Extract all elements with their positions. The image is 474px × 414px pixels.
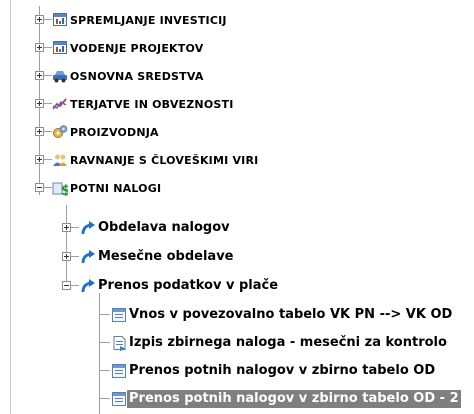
tree-node-label: SPREMLJANJE INVESTICIJ: [70, 14, 227, 27]
tree-node-prenos-potnih-nalogov[interactable]: Prenos potnih nalogov v zbirno tabelo OD: [0, 359, 474, 383]
report-doc-icon: [113, 336, 127, 351]
tree-node-potni-nalogi[interactable]: POTNI NALOGI: [0, 176, 474, 200]
tree-node-vodenje-projektov[interactable]: VODENJE PROJEKTOV: [0, 36, 474, 60]
navigation-tree: SPREMLJANJE INVESTICIJ VODENJE PROJEKTOV…: [0, 0, 474, 414]
form-window-icon: [112, 364, 126, 378]
people-icon: [53, 154, 67, 166]
expand-toggle[interactable]: [35, 43, 44, 52]
collapse-toggle[interactable]: [62, 281, 71, 290]
tree-node-label: Izpis zbirnega naloga - mesečni za kontr…: [129, 335, 447, 350]
tree-node-vnos-v-povezovalno-tabelo[interactable]: Vnos v povezovalno tabelo VK PN --> VK O…: [0, 303, 474, 327]
expand-toggle[interactable]: [35, 155, 44, 164]
expand-toggle[interactable]: [62, 223, 71, 232]
tree-connector: [100, 398, 110, 399]
tree-node-prenos-potnih-nalogov-2[interactable]: Prenos potnih nalogov v zbirno tabelo OD…: [0, 387, 474, 411]
tree-node-label-selected: Prenos potnih nalogov v zbirno tabelo OD…: [127, 390, 461, 408]
tree-node-label: Obdelava nalogov: [98, 220, 230, 235]
tree-node-label: POTNI NALOGI: [70, 182, 162, 195]
form-window-icon: [112, 392, 126, 406]
tree-node-izpis-zbirnega-naloga[interactable]: Izpis zbirnega naloga - mesečni za kontr…: [0, 331, 474, 355]
tree-node-mesecne-obdelave[interactable]: Mesečne obdelave: [0, 245, 474, 269]
tree-connector: [100, 314, 110, 315]
tree-node-spremljanje-investicij[interactable]: SPREMLJANJE INVESTICIJ: [0, 8, 474, 32]
tree-node-label: Prenos potnih nalogov v zbirno tabelo OD: [129, 363, 436, 378]
tree-node-terjatve-in-obveznosti[interactable]: TERJATVE IN OBVEZNOSTI: [0, 92, 474, 116]
expand-toggle[interactable]: [35, 15, 44, 24]
trend-line-icon: [52, 98, 67, 110]
expand-toggle[interactable]: [35, 71, 44, 80]
tree-node-label: OSNOVNA SREDSTVA: [70, 70, 204, 83]
expand-toggle[interactable]: [62, 252, 71, 261]
blue-arrow-icon: [81, 249, 96, 265]
tree-node-label: Prenos podatkov v plače: [98, 278, 279, 293]
travel-money-icon: [52, 182, 68, 196]
tree-node-obdelava-nalogov[interactable]: Obdelava nalogov: [0, 216, 474, 240]
form-window-icon: [112, 308, 126, 322]
tree-node-label: Vnos v povezovalno tabelo VK PN --> VK O…: [129, 307, 453, 322]
tree-node-label: VODENJE PROJEKTOV: [70, 42, 204, 55]
tree-node-label: RAVNANJE S ČLOVEŠKIMI VIRI: [70, 154, 259, 167]
tree-node-proizvodnja[interactable]: PROIZVODNJA: [0, 120, 474, 144]
tree-connector: [100, 370, 110, 371]
blue-arrow-icon: [81, 278, 96, 294]
chart-window-icon: [53, 41, 67, 54]
tree-connector: [100, 342, 110, 343]
expand-toggle[interactable]: [35, 99, 44, 108]
tree-node-label: PROIZVODNJA: [70, 126, 159, 139]
collapse-toggle[interactable]: [35, 183, 44, 192]
car-icon: [53, 71, 67, 83]
tree-node-label: TERJATVE IN OBVEZNOSTI: [70, 98, 234, 111]
tree-node-label: Mesečne obdelave: [98, 249, 234, 264]
tree-node-prenos-podatkov-v-place[interactable]: Prenos podatkov v plače: [0, 274, 474, 298]
tree-node-ravnanje-s-cloveskimi-viri[interactable]: RAVNANJE S ČLOVEŠKIMI VIRI: [0, 148, 474, 172]
expand-toggle[interactable]: [35, 127, 44, 136]
blue-arrow-icon: [81, 220, 96, 236]
chart-window-icon: [53, 13, 67, 26]
tree-node-osnovna-sredstva[interactable]: OSNOVNA SREDSTVA: [0, 64, 474, 88]
gears-icon: [53, 125, 68, 138]
